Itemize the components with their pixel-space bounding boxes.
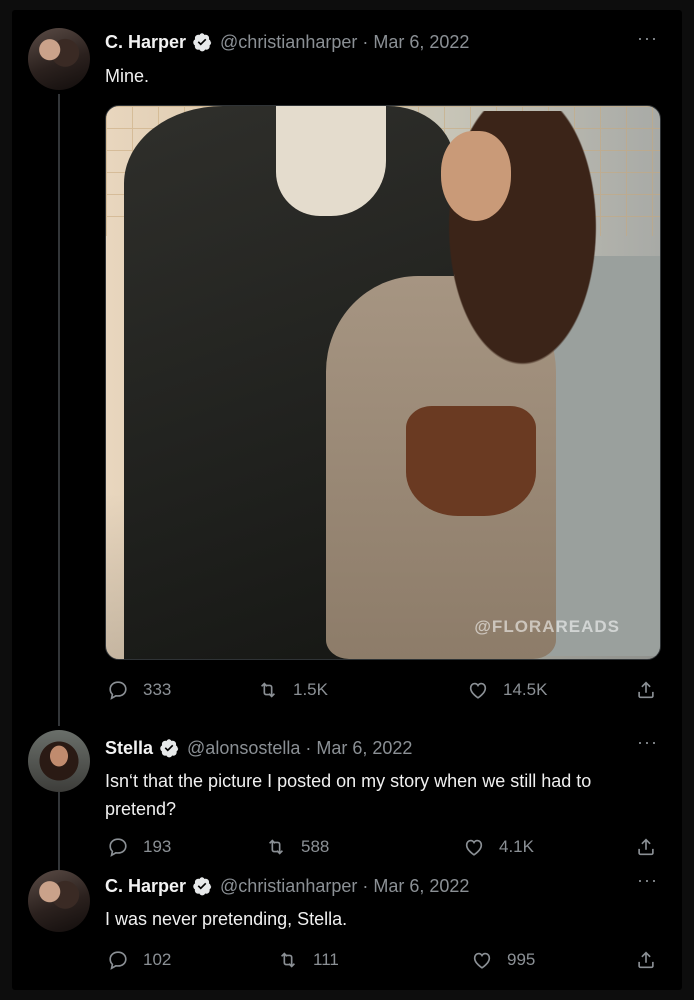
verified-badge-icon [192, 876, 212, 896]
like-icon [465, 839, 483, 856]
tweet-header: Stella @alonsostella · Mar 6, 2022 [105, 735, 412, 761]
photo-face [441, 131, 511, 221]
tweet-header: C. Harper @christianharper · Mar 6, 2022 [105, 873, 469, 899]
tweet-actions: 102 111 995 [105, 945, 658, 975]
tweet-actions: 333 1.5K 14.5K [105, 675, 658, 705]
like-icon [473, 952, 491, 969]
timestamp[interactable]: Mar 6, 2022 [373, 32, 469, 53]
verified-badge-icon [159, 738, 179, 758]
tweet[interactable]: C. Harper @christianharper · Mar 6, 2022… [12, 10, 682, 720]
retweet-count: 588 [301, 837, 330, 856]
separator-dot: · [362, 875, 369, 896]
handle[interactable]: @christianharper [220, 876, 357, 897]
retweet-count: 111 [313, 950, 339, 969]
share-icon [638, 951, 654, 969]
like-count: 995 [507, 950, 536, 969]
avatar[interactable] [28, 730, 90, 792]
tweet-text: Mine. [105, 66, 150, 86]
like-button[interactable]: 995 [471, 945, 535, 975]
timestamp[interactable]: Mar 6, 2022 [373, 876, 469, 897]
share-icon [638, 681, 654, 699]
handle[interactable]: @alonsostella [187, 738, 300, 759]
reply-icon [109, 951, 127, 970]
share-button[interactable] [635, 832, 657, 862]
more-icon[interactable]: ··· [637, 732, 658, 753]
tweet-header: C. Harper @christianharper · Mar 6, 2022 [105, 29, 469, 55]
reply-button[interactable]: 102 [107, 945, 171, 975]
more-icon[interactable]: ··· [637, 870, 658, 891]
display-name[interactable]: C. Harper [105, 876, 186, 897]
share-button[interactable] [635, 675, 657, 705]
reply-count: 193 [143, 837, 172, 856]
tweet[interactable]: Stella @alonsostella · Mar 6, 2022 ··· I… [12, 720, 682, 870]
retweet-icon [260, 682, 276, 698]
like-button[interactable]: 14.5K [467, 675, 547, 705]
handle[interactable]: @christianharper [220, 32, 357, 53]
like-button[interactable]: 4.1K [463, 832, 534, 862]
like-count: 14.5K [503, 680, 548, 699]
retweet-icon [280, 952, 296, 968]
reply-count: 333 [143, 680, 172, 699]
tweet-text: I was never pretending, Stella. [105, 909, 348, 929]
more-icon[interactable]: ··· [637, 28, 658, 49]
share-button[interactable] [635, 945, 657, 975]
display-name[interactable]: C. Harper [105, 32, 186, 53]
tweet-photo[interactable]: @FLORAREADS [105, 105, 661, 660]
separator-dot: · [305, 737, 312, 758]
avatar[interactable] [28, 28, 90, 90]
thread-container: C. Harper @christianharper · Mar 6, 2022… [12, 10, 682, 990]
tweet-actions: 193 588 4.1K [105, 832, 658, 862]
reply-icon [109, 838, 127, 857]
retweet-count: 1.5K [293, 680, 328, 699]
reply-button[interactable]: 193 [107, 832, 171, 862]
avatar[interactable] [28, 870, 90, 932]
display-name[interactable]: Stella [105, 738, 153, 759]
like-icon [469, 682, 487, 699]
timestamp[interactable]: Mar 6, 2022 [316, 738, 412, 759]
reply-button[interactable]: 333 [107, 675, 171, 705]
share-icon [638, 838, 654, 856]
reply-count: 102 [143, 950, 172, 969]
retweet-icon [268, 839, 284, 855]
retweet-button[interactable]: 111 [277, 945, 339, 975]
photo-collar [276, 106, 386, 216]
photo-watermark: @FLORAREADS [474, 617, 620, 636]
like-count: 4.1K [499, 837, 534, 856]
tweet[interactable]: C. Harper @christianharper · Mar 6, 2022… [12, 870, 682, 990]
reply-icon [109, 681, 127, 700]
separator-dot: · [362, 31, 369, 52]
retweet-button[interactable]: 1.5K [257, 675, 328, 705]
retweet-button[interactable]: 588 [265, 832, 329, 862]
verified-badge-icon [192, 32, 212, 52]
tweet-text: Isn‘t that the picture I posted on my st… [105, 771, 592, 819]
photo-bag [406, 406, 536, 516]
